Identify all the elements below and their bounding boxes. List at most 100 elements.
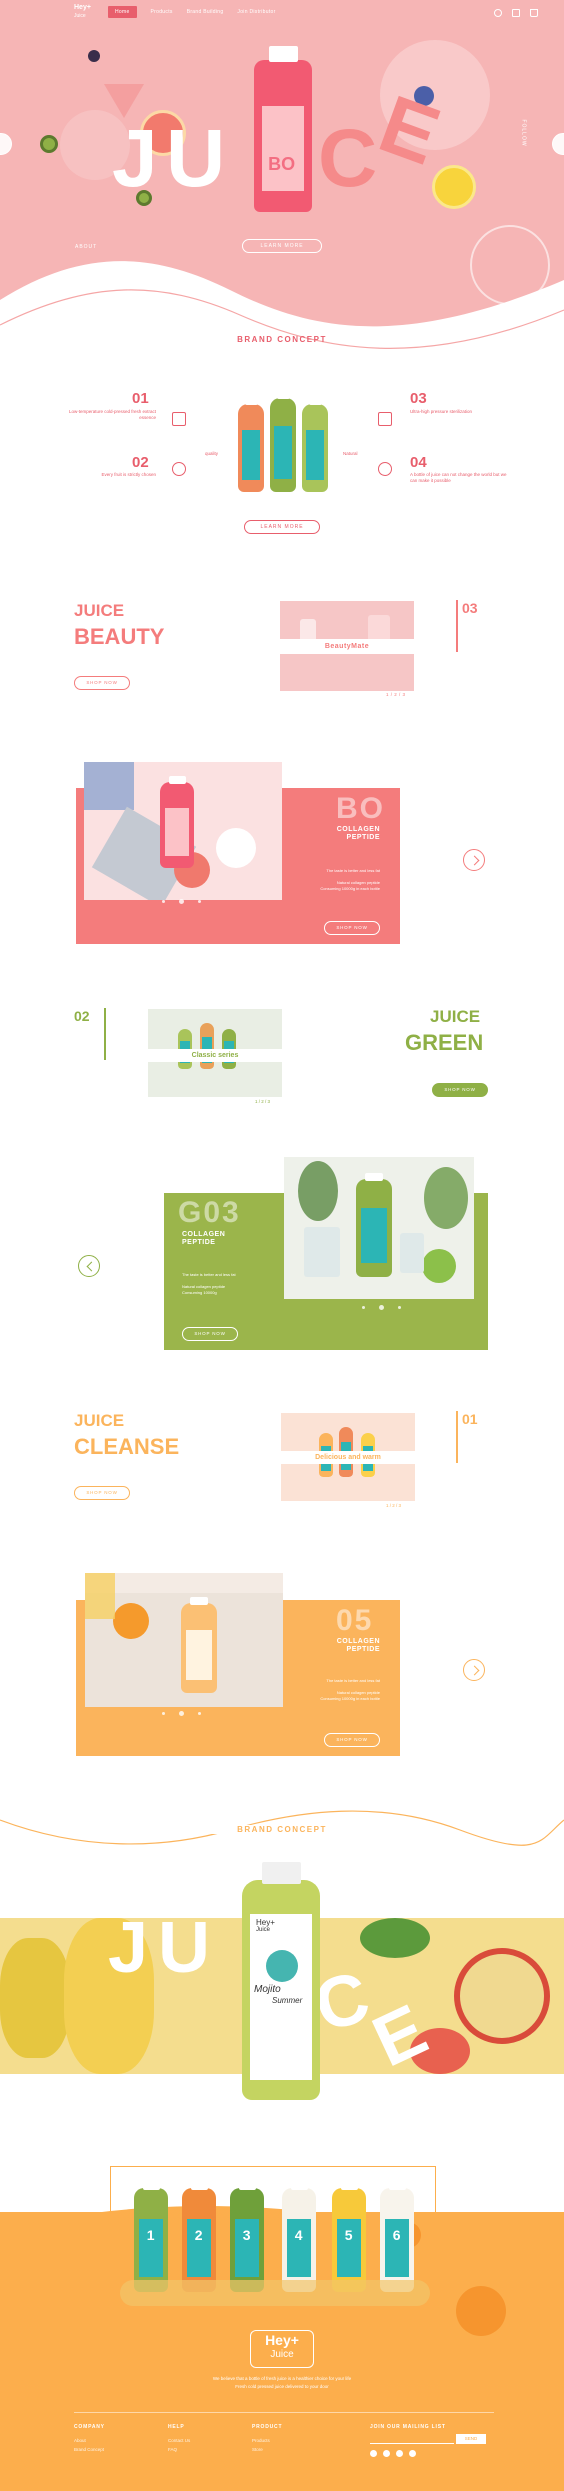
beauty-shop-now-button[interactable]: SHOP NOW xyxy=(74,676,130,690)
facebook-icon[interactable] xyxy=(370,2450,377,2457)
cleanse-divider xyxy=(456,1411,458,1463)
cleanse-card-shop-button[interactable]: SHOP NOW xyxy=(324,1733,380,1747)
concept-letter-u: U xyxy=(158,1908,210,1988)
cleanse-next-arrow[interactable] xyxy=(463,1659,485,1681)
hero-letter-u: U xyxy=(166,113,226,204)
social-icons xyxy=(370,2450,416,2457)
beauty-product-photo xyxy=(84,762,282,900)
youtube-icon[interactable] xyxy=(409,2450,416,2457)
bottle-label: Hey+ Juice Mojito Summer xyxy=(250,1914,312,2080)
blackberry-icon xyxy=(88,50,100,62)
bottle-code: BO xyxy=(268,153,296,174)
lineup-bottle-2: 2 xyxy=(182,2182,216,2292)
footer-link[interactable]: Store xyxy=(252,2445,282,2454)
page: Hey+ Juice Home Products Brand Building … xyxy=(0,0,564,2491)
cleanse-shop-now-button[interactable]: SHOP NOW xyxy=(74,1486,130,1500)
footer-col-help: HELP Contact Us FAQ xyxy=(168,2424,190,2454)
beauty-number: 03 xyxy=(462,600,478,616)
feature-text: Every fruit is strictly chosen xyxy=(101,472,156,477)
cleanse-card-code: 05 xyxy=(336,1604,374,1637)
beauty-juice-label: JUICE xyxy=(74,601,125,620)
mailing-email-input[interactable] xyxy=(370,2434,454,2444)
bottle-sub: Juice xyxy=(256,1927,271,1933)
feature-number: 03 xyxy=(410,390,427,407)
main-nav: Home Products Brand Building Join Distri… xyxy=(108,6,276,18)
nav-brand-building[interactable]: Brand Building xyxy=(187,9,224,18)
footer-link[interactable]: FAQ xyxy=(168,2445,190,2454)
hero-juice-bottle: BO xyxy=(254,46,312,212)
beauty-banner-photo: BeautyMate xyxy=(280,601,414,691)
mailing-send-button[interactable]: SEND xyxy=(456,2434,486,2444)
green-divider xyxy=(104,1008,106,1060)
footer-tagline: We believe that a bottle of fresh juice … xyxy=(212,2376,352,2381)
cleanse-card-title: PEPTIDE xyxy=(346,1646,380,1653)
footer-logo-line2: Juice xyxy=(270,2349,294,2360)
beauty-card-copy: Consuming 10000g in each bottle xyxy=(320,886,380,891)
cleanse-product-name: CLEANSE xyxy=(74,1434,180,1459)
beauty-card-code: BO xyxy=(336,792,385,825)
beauty-card-shop-button[interactable]: SHOP NOW xyxy=(324,921,380,935)
footer-col-company: COMPANY About Brand Concept xyxy=(74,2424,105,2454)
feature-number: 02 xyxy=(132,454,149,471)
decor-circle xyxy=(456,2286,506,2336)
footer-link[interactable]: Products xyxy=(252,2436,282,2445)
lineup-number: 1 xyxy=(146,2227,155,2244)
beauty-next-arrow[interactable] xyxy=(463,849,485,871)
product-bottle-green xyxy=(302,397,328,492)
beauty-card-title: PEPTIDE xyxy=(346,834,380,841)
footer-mailing: JOIN OUR MAILING LIST SEND xyxy=(370,2424,494,2457)
green-banner-label: Classic series xyxy=(191,1052,239,1059)
bottle-brand: Hey+ xyxy=(256,1918,275,1927)
search-icon[interactable] xyxy=(494,9,502,17)
feature-text: Ultra-high pressure sterilization xyxy=(410,409,473,414)
twitter-icon[interactable] xyxy=(383,2450,390,2457)
footer-logo[interactable]: Hey+ Juice xyxy=(250,2330,314,2368)
pressure-icon xyxy=(378,412,392,426)
nav-join-distributor[interactable]: Join Distributor xyxy=(237,9,275,18)
logo-line2: Juice xyxy=(74,13,86,19)
lineup-number: 2 xyxy=(194,2227,203,2244)
feature-number: 01 xyxy=(132,390,149,407)
green-product-photo xyxy=(284,1157,474,1299)
footer-link[interactable]: Brand Concept xyxy=(74,2445,105,2454)
green-card-title: COLLAGEN xyxy=(182,1231,226,1238)
green-card-copy: Consuming 10000g xyxy=(182,1290,217,1295)
feature-number: 04 xyxy=(410,454,427,471)
nav-home[interactable]: Home xyxy=(108,6,137,18)
green-pager: 1 / 2 / 3 xyxy=(255,1099,271,1104)
beauty-banner-label: BeautyMate xyxy=(324,643,370,650)
concept-juice-bottle: Hey+ Juice Mojito Summer xyxy=(242,1862,320,2100)
bottle-label: BO xyxy=(262,105,304,191)
lineup-bottle-3: 3 xyxy=(230,2182,264,2292)
pineapple-icon xyxy=(0,1938,70,2058)
feature-text: Low-temperature cold-pressed fresh extra… xyxy=(68,409,156,420)
product-bottle-orange xyxy=(238,397,264,492)
green-card-title: PEPTIDE xyxy=(182,1239,216,1246)
footer-link[interactable]: Contact Us xyxy=(168,2436,190,2445)
green-card-shop-button[interactable]: SHOP NOW xyxy=(182,1327,238,1341)
brand-learn-more-button[interactable]: LEARN MORE xyxy=(244,520,320,534)
concept-letter-j: J xyxy=(108,1908,149,1988)
nav-products[interactable]: Products xyxy=(151,9,173,18)
cleanse-banner-label: Delicious and warm xyxy=(315,1454,381,1461)
lineup-bottle-1: 1 xyxy=(134,2182,168,2292)
hero-next-arrow[interactable] xyxy=(552,133,564,155)
weibo-icon[interactable] xyxy=(396,2450,403,2457)
feature-text: A bottle of juice can not change the wor… xyxy=(410,472,507,483)
green-shop-now-button[interactable]: SHOP NOW xyxy=(432,1083,488,1097)
lemon-slice-icon xyxy=(432,165,476,209)
lineup-number: 4 xyxy=(294,2227,303,2244)
lineup-bottle-6: 6 xyxy=(380,2182,414,2292)
footer-col-title: PRODUCT xyxy=(252,2424,283,2430)
user-icon[interactable] xyxy=(512,9,520,17)
footer-link[interactable]: About xyxy=(74,2436,105,2445)
hero-prev-arrow[interactable] xyxy=(0,133,12,155)
green-prev-arrow[interactable] xyxy=(78,1255,100,1277)
beauty-card-title: COLLAGEN xyxy=(336,826,380,833)
brand-logo[interactable]: Hey+ Juice xyxy=(74,4,91,20)
bottle-flavor2: Summer xyxy=(272,1996,303,2005)
lineup-number: 6 xyxy=(392,2227,401,2244)
natural-label: Natural xyxy=(343,451,358,456)
cart-icon[interactable] xyxy=(530,9,538,17)
lineup-bottle-4: 4 xyxy=(282,2182,316,2292)
